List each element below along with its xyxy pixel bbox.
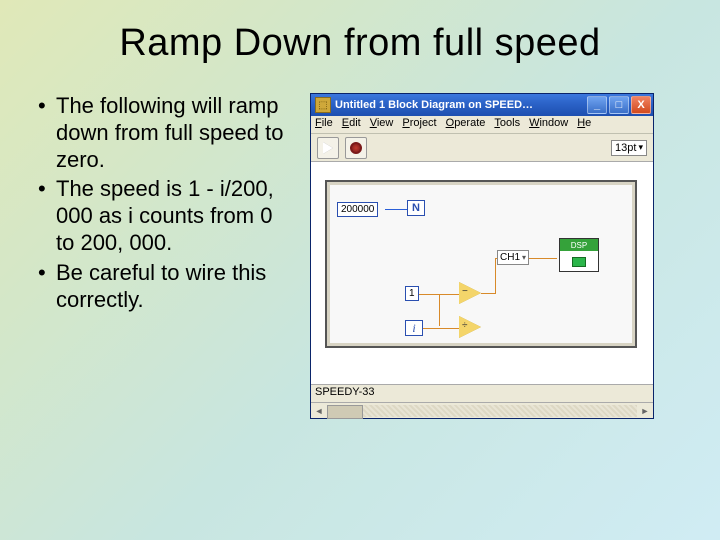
menu-operate[interactable]: Operate: [446, 117, 486, 132]
menu-project[interactable]: Project: [402, 117, 436, 132]
bullet-item: Be careful to wire this correctly.: [36, 260, 296, 314]
bullet-list: The following will ramp down from full s…: [36, 93, 296, 419]
wire: [423, 328, 459, 329]
app-icon: ⬚: [315, 97, 331, 113]
minimize-button[interactable]: _: [587, 96, 607, 114]
menu-file[interactable]: File: [315, 117, 333, 132]
dsp-label: DSP: [560, 239, 598, 251]
wire: [439, 294, 440, 326]
menu-bar[interactable]: File Edit View Project Operate Tools Win…: [311, 116, 653, 134]
for-loop[interactable]: 200000 N 1 i CH1 DSP: [325, 180, 637, 348]
channel-selector[interactable]: CH1: [497, 250, 529, 265]
run-arrow-icon: [323, 142, 333, 154]
slide-title: Ramp Down from full speed: [36, 22, 684, 65]
abort-button[interactable]: [345, 137, 367, 159]
horizontal-scrollbar[interactable]: [311, 402, 653, 418]
toolbar: 13pt: [311, 134, 653, 162]
labview-window: ⬚ Untitled 1 Block Diagram on SPEED… _ □…: [310, 93, 654, 419]
bullet-item: The following will ramp down from full s…: [36, 93, 296, 173]
status-bar: SPEEDY-33: [311, 384, 653, 402]
wire: [385, 209, 407, 210]
loop-i-terminal[interactable]: i: [405, 320, 423, 336]
font-size-selector[interactable]: 13pt: [611, 140, 647, 156]
divide-node[interactable]: [459, 316, 481, 338]
menu-window[interactable]: Window: [529, 117, 568, 132]
menu-edit[interactable]: Edit: [342, 117, 361, 132]
menu-tools[interactable]: Tools: [494, 117, 520, 132]
dsp-icon: [560, 251, 598, 273]
menu-help[interactable]: He: [577, 117, 591, 132]
constant-one[interactable]: 1: [405, 286, 419, 301]
maximize-button[interactable]: □: [609, 96, 629, 114]
titlebar: ⬚ Untitled 1 Block Diagram on SPEED… _ □…: [311, 94, 653, 116]
abort-icon: [350, 142, 362, 154]
bullet-item: The speed is 1 - i/200, 000 as i counts …: [36, 176, 296, 256]
menu-view[interactable]: View: [370, 117, 394, 132]
scrollbar-track[interactable]: [327, 405, 637, 417]
loop-n-terminal[interactable]: N: [407, 200, 425, 216]
run-button[interactable]: [317, 137, 339, 159]
block-diagram-canvas[interactable]: 200000 N 1 i CH1 DSP: [311, 162, 653, 384]
dsp-output-node[interactable]: DSP: [559, 238, 599, 272]
window-title: Untitled 1 Block Diagram on SPEED…: [335, 99, 587, 111]
constant-loop-count[interactable]: 200000: [337, 202, 378, 217]
wire: [495, 258, 496, 294]
subtract-node[interactable]: [459, 282, 481, 304]
wire: [481, 293, 495, 294]
close-button[interactable]: X: [631, 96, 651, 114]
